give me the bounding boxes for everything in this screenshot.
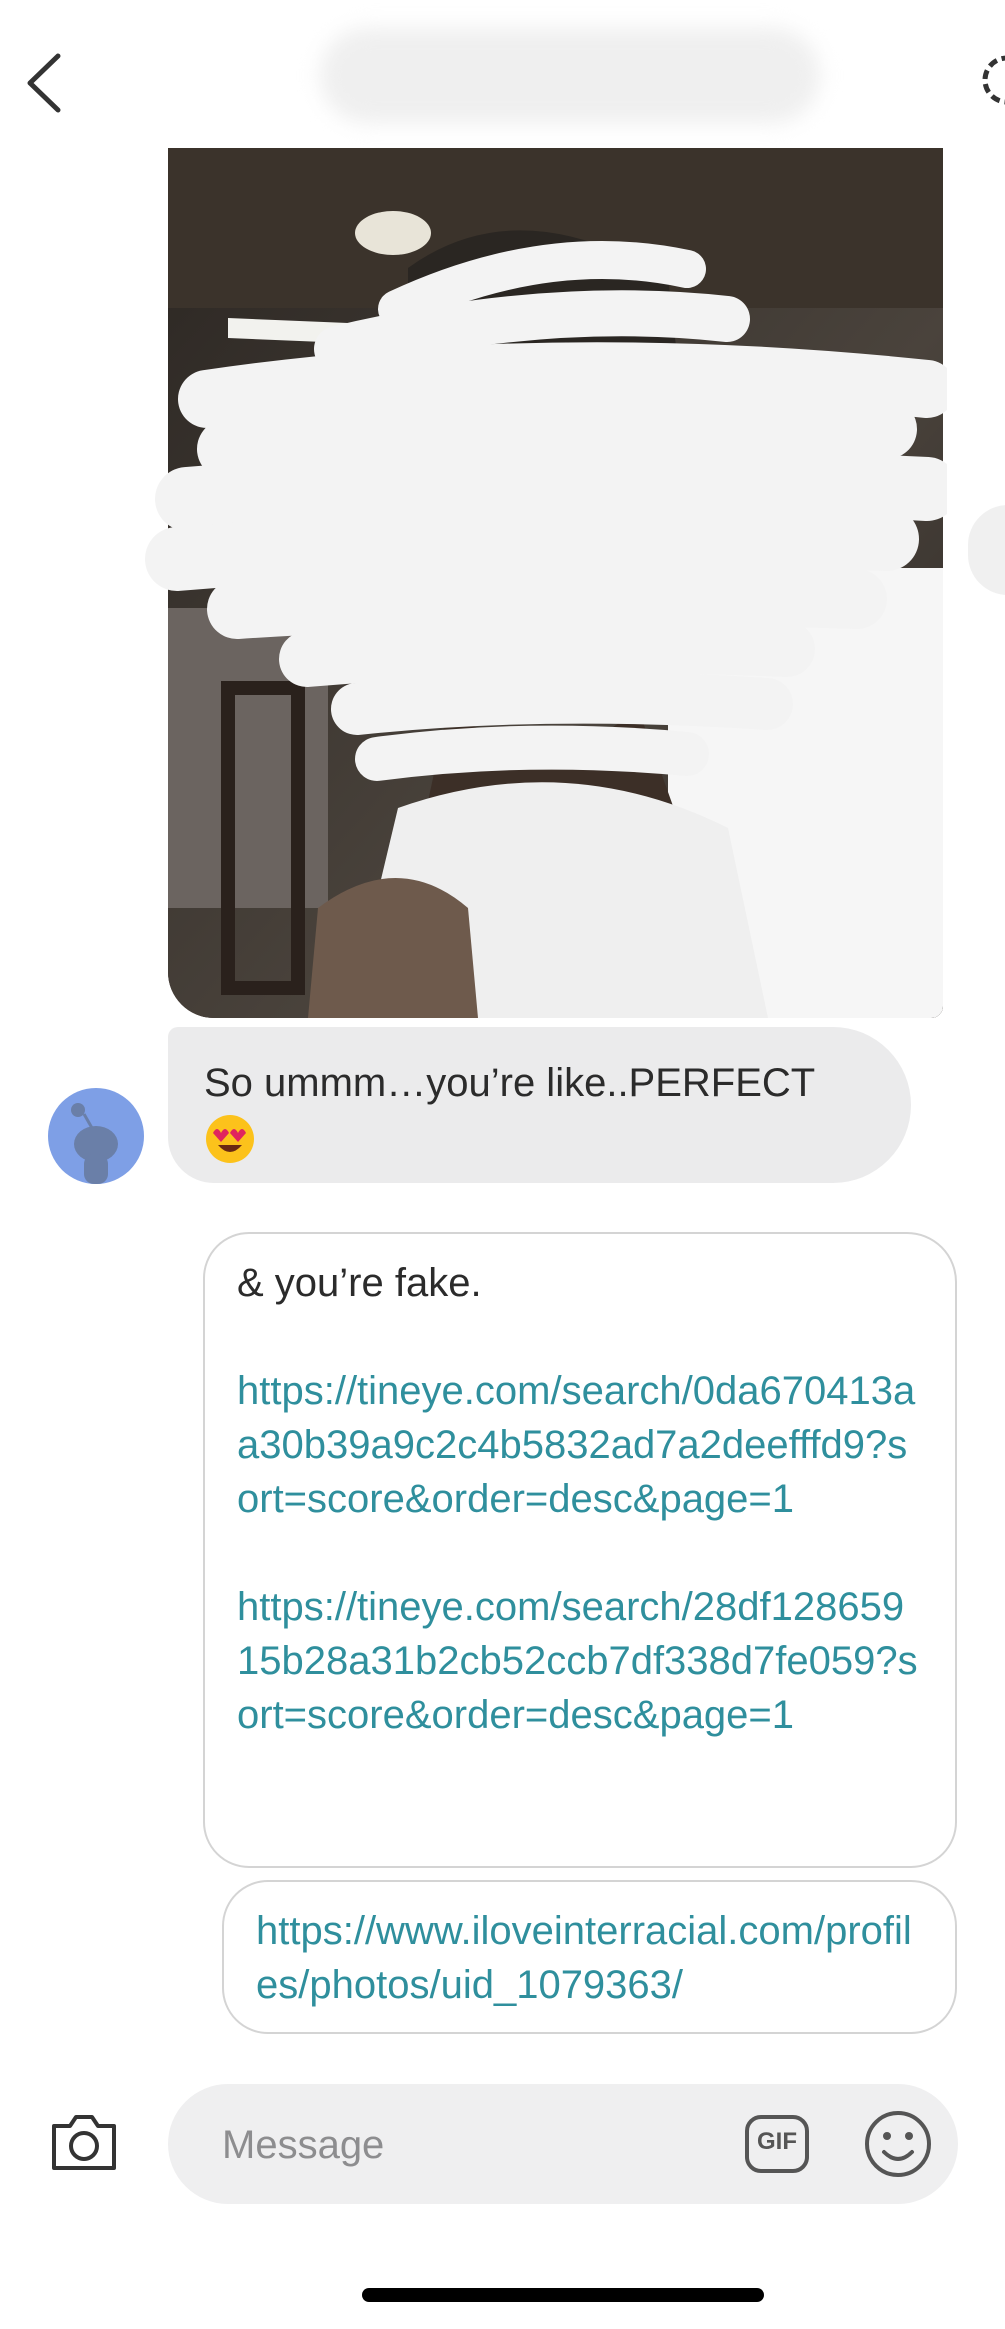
side-action-button[interactable]: [968, 505, 1005, 595]
sent-link-bubble[interactable]: https://www.iloveinterracial.com/profile…: [222, 1880, 957, 2034]
photo-content: [168, 148, 943, 1018]
heart-eyes-emoji-icon: [204, 1113, 256, 1180]
gif-button[interactable]: GIF: [744, 2114, 810, 2174]
camera-icon: [52, 2115, 116, 2170]
reddit-snoo-icon: [71, 1103, 118, 1184]
redacted-chat-title: [320, 28, 820, 123]
message-input[interactable]: [220, 2114, 704, 2176]
chevron-left-icon: [27, 53, 61, 113]
received-message-bubble[interactable]: So ummm…you’re like..PERFECT: [168, 1027, 911, 1183]
tineye-link-2[interactable]: https://tineye.com/search/28df12865915b2…: [237, 1580, 923, 1742]
profile-link[interactable]: https://www.iloveinterracial.com/profile…: [256, 1904, 923, 2012]
gear-icon: [982, 55, 1005, 105]
received-message-text: So ummm…you’re like..PERFECT: [204, 1061, 816, 1105]
smiley-icon: [865, 2111, 931, 2177]
message-composer: GIF: [168, 2084, 958, 2204]
tineye-link-1[interactable]: https://tineye.com/search/0da670413aa30b…: [237, 1364, 923, 1526]
sent-message-bubble[interactable]: & you’re fake. https://tineye.com/search…: [203, 1232, 957, 1868]
sent-message-text: & you’re fake.: [237, 1261, 482, 1305]
gif-label: GIF: [757, 2128, 797, 2155]
camera-button[interactable]: [48, 2110, 120, 2174]
photo-message[interactable]: [168, 148, 943, 1018]
home-indicator: [362, 2288, 764, 2302]
emoji-button[interactable]: [862, 2108, 934, 2180]
back-button[interactable]: [18, 48, 78, 118]
avatar[interactable]: [48, 1088, 144, 1184]
settings-button[interactable]: [975, 45, 1005, 115]
